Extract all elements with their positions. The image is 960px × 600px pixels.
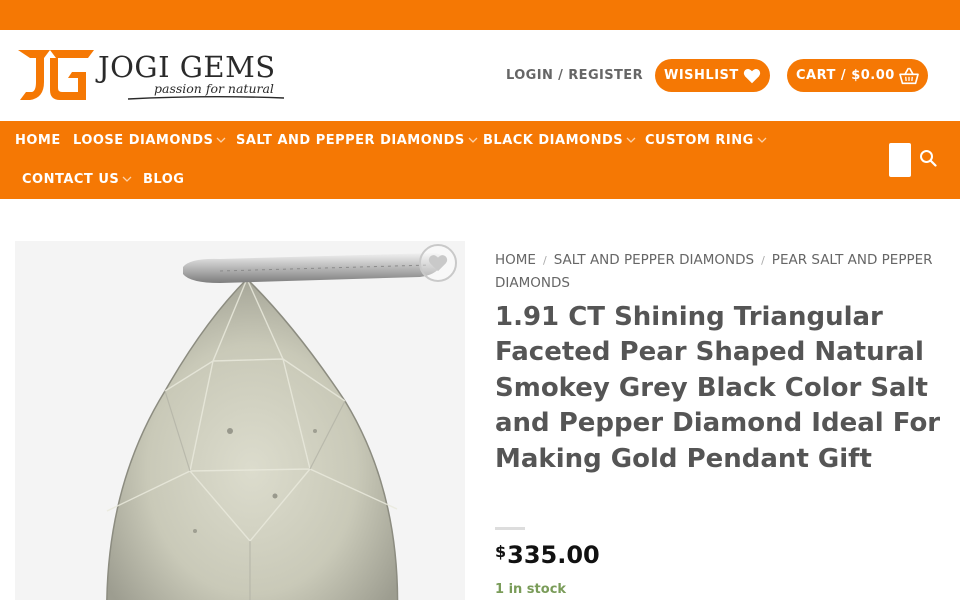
nav-label: CONTACT US [22,172,120,187]
nav-label: SALT AND PEPPER DIAMONDS [236,133,465,148]
wishlist-button[interactable]: WISHLIST [655,59,770,92]
chevron-down-icon [757,137,767,143]
cart-button[interactable]: CART / $0.00 [787,59,928,92]
search-input[interactable] [889,143,911,177]
nav-item-loose-diamonds[interactable]: LOOSE DIAMONDS [73,133,226,148]
breadcrumb-separator: / [761,254,765,267]
search-icon[interactable] [919,149,937,167]
nav-label: LOOSE DIAMONDS [73,133,214,148]
nav-label: BLACK DIAMONDS [483,133,624,148]
nav-item-black-diamonds[interactable]: BLACK DIAMONDS [483,133,636,148]
add-to-wishlist-button[interactable] [419,244,457,282]
heart-icon [428,255,448,272]
basket-icon [899,67,919,84]
title-divider [495,527,525,530]
logo-text: JOGI GEMS [98,50,276,84]
chevron-down-icon [626,137,636,143]
logo-underline-icon [127,96,285,100]
logo-mark-icon [18,50,94,100]
main-navigation: HOME LOOSE DIAMONDS SALT AND PEPPER DIAM… [0,121,960,199]
breadcrumb-home[interactable]: HOME [495,252,536,268]
logo-tagline: passion for natural [154,81,274,96]
nav-item-salt-and-pepper-diamonds[interactable]: SALT AND PEPPER DIAMONDS [236,133,478,148]
product-price: $335.00 [495,541,600,569]
top-bar [0,0,960,30]
site-logo[interactable]: JOGI GEMS passion for natural [16,48,286,104]
chevron-down-icon [122,176,132,182]
nav-label: HOME [15,133,61,148]
product-title: 1.91 CT Shining Triangular Faceted Pear … [495,302,941,474]
currency-symbol: $ [495,542,507,561]
site-header: JOGI GEMS passion for natural LOGIN / RE… [0,30,960,121]
chevron-down-icon [216,137,226,143]
nav-label: BLOG [143,172,185,187]
breadcrumb-separator: / [542,254,547,267]
wishlist-label: WISHLIST [664,68,739,83]
diamond-photo [15,241,465,600]
price-amount: 335.00 [507,541,600,569]
breadcrumb: HOME / SALT AND PEPPER DIAMONDS / PEAR SALT … [495,249,950,294]
breadcrumb-salt-and-pepper-diamonds[interactable]: SALT AND PEPPER DIAMONDS [554,252,754,268]
chevron-down-icon [468,137,478,143]
cart-label: CART / $0.00 [796,68,895,83]
nav-item-home[interactable]: HOME [15,133,61,148]
nav-item-custom-ring[interactable]: CUSTOM RING [645,133,767,148]
nav-label: CUSTOM RING [645,133,754,148]
product-image[interactable] [15,241,465,600]
nav-item-contact-us[interactable]: CONTACT US [22,172,132,187]
login-register-link[interactable]: LOGIN / REGISTER [506,68,643,83]
nav-item-blog[interactable]: BLOG [143,172,184,187]
heart-icon [743,68,761,83]
stock-status: 1 in stock [495,582,567,597]
